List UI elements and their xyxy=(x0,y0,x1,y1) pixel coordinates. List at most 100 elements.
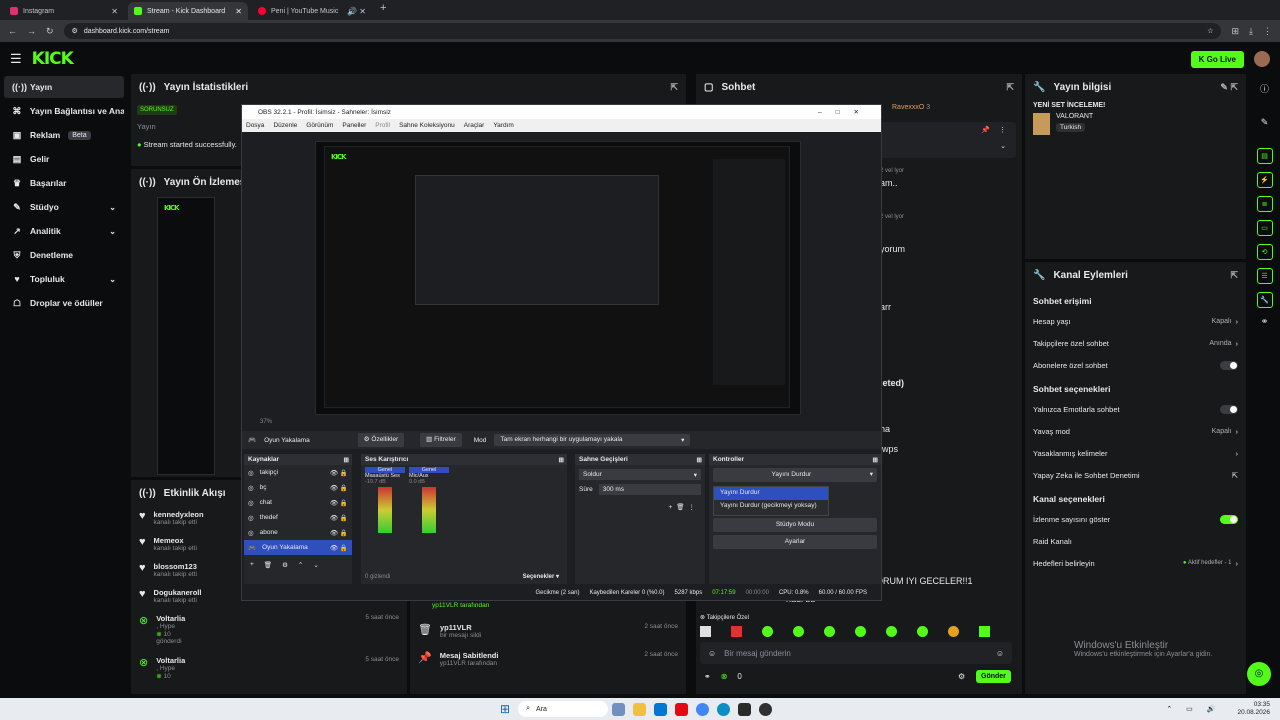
new-tab-button[interactable]: + xyxy=(380,2,386,20)
sidebar-item-denetleme[interactable]: ⛨ Denetleme xyxy=(4,244,124,266)
link-icon[interactable]: ⚭ xyxy=(1249,316,1280,327)
show-viewers-toggle[interactable] xyxy=(1220,514,1238,524)
avatar[interactable] xyxy=(1254,51,1270,67)
sidebar-item-studyo[interactable]: ✎ Stüdyo ⌄ xyxy=(4,196,124,218)
up-icon[interactable]: ⌃ xyxy=(298,561,303,569)
obs-preview[interactable]: KICK xyxy=(315,141,801,415)
source-row-selected[interactable]: 🎮 Oyun Yakalama 👁 🔒 xyxy=(244,540,352,555)
properties-button[interactable]: ⚙ Özellikler xyxy=(357,433,405,447)
sidebar-item-gelir[interactable]: ▤ Gelir xyxy=(4,148,124,170)
emote-only-toggle[interactable] xyxy=(1220,404,1238,414)
bookmark-icon[interactable]: ☆ xyxy=(1207,27,1213,35)
pencil-icon[interactable]: ✎ xyxy=(1249,117,1280,128)
emote-icon[interactable] xyxy=(793,626,804,637)
settings-button[interactable]: Ayarlar xyxy=(713,535,877,549)
feed-user[interactable]: blossom123 xyxy=(154,562,197,571)
widget-icon[interactable] xyxy=(612,702,626,716)
more-icon[interactable]: ⋮ xyxy=(999,126,1006,134)
setting-goals[interactable]: Hedefleri belirleyin ● Aktif hedefler - 1… xyxy=(1025,552,1246,574)
tab-youtube-music[interactable]: Peni | YouTube Music 🔊 ✕ xyxy=(252,2,372,20)
dropdown-stop-ignore-delay[interactable]: Yayını Durdur (gecikmeyi yoksay) xyxy=(714,500,828,511)
emote-icon[interactable] xyxy=(948,626,959,637)
feed-user[interactable]: Voltarlia xyxy=(156,656,185,665)
edit-icon[interactable]: ✎ ⇱ xyxy=(1220,82,1238,93)
category-thumbnail[interactable] xyxy=(1033,113,1050,135)
store-icon[interactable] xyxy=(654,702,668,716)
menu-icon[interactable]: ⋮ xyxy=(1263,26,1272,37)
menu-duzenle[interactable]: Düzenle xyxy=(273,122,297,129)
feed-user[interactable]: Memeox xyxy=(154,536,197,545)
filters-button[interactable]: ▥ Filtreler xyxy=(420,433,462,447)
chrome-icon[interactable] xyxy=(696,702,710,716)
tab-kick-dashboard[interactable]: Stream - Kick Dashboard ✕ xyxy=(128,2,248,20)
emote-icon[interactable] xyxy=(855,626,866,637)
emote-icon[interactable] xyxy=(886,626,897,637)
setting-slow-mode[interactable]: Yavaş mod Kapalı › xyxy=(1025,420,1246,442)
setting-followers-only[interactable]: Takipçilere özel sohbet Anında › xyxy=(1025,332,1246,354)
close-icon[interactable]: 🔊 ✕ xyxy=(347,7,366,16)
volume-meter[interactable] xyxy=(422,487,436,533)
emote-icon[interactable] xyxy=(731,626,742,637)
close-icon[interactable]: ✕ xyxy=(235,7,242,16)
menu-yardim[interactable]: Yardım xyxy=(493,122,513,129)
dock-popout-icon[interactable]: ⊞ xyxy=(344,456,349,464)
emote-icon[interactable] xyxy=(762,626,773,637)
terminal-icon[interactable] xyxy=(738,702,752,716)
reload-icon[interactable]: ↻ xyxy=(46,26,54,37)
dropdown-stop[interactable]: Yayını Durdur xyxy=(714,487,828,500)
sidebar-item-stream-key[interactable]: ⌘ Yayın Bağlantısı ve Anahtarı xyxy=(4,100,124,122)
gear-icon[interactable]: ⚙ xyxy=(282,561,288,569)
zoom-level[interactable]: 37% xyxy=(260,419,272,425)
gear-icon[interactable]: ⚙ xyxy=(958,672,965,681)
sidebar-item-analitik[interactable]: ↗ Analitik ⌄ xyxy=(4,220,124,242)
feed-user[interactable]: yp11VLR xyxy=(440,623,481,632)
setting-banned-words[interactable]: Yasaklanmış kelimeler › xyxy=(1025,442,1246,464)
kick-logo[interactable]: KICK xyxy=(32,49,74,69)
chat-input[interactable]: ☺ Bir mesaj gönderin ☺ xyxy=(700,642,1012,664)
sidebar-item-topluluk[interactable]: ♥ Topluluk ⌄ xyxy=(4,268,124,290)
downloads-icon[interactable]: ⤓ xyxy=(1249,26,1253,37)
stream-preview[interactable]: KICK xyxy=(157,197,215,475)
add-icon[interactable]: + xyxy=(250,561,254,569)
emote-picker-icon[interactable]: ☺ xyxy=(708,649,716,658)
send-button[interactable]: Gönder xyxy=(976,670,1011,683)
link-icon[interactable]: ⚭ xyxy=(704,672,711,681)
source-row[interactable]: ◎ abone 👁 🔒 xyxy=(244,525,352,540)
trash-icon[interactable]: 🗑 xyxy=(264,561,272,569)
sidebar-item-droplar[interactable]: ☖ Droplar ve ödüller xyxy=(4,292,124,314)
feed-user[interactable]: Dogukaneroll xyxy=(154,588,202,597)
feed-user[interactable]: Voltarlia xyxy=(156,614,185,623)
netflix-icon[interactable] xyxy=(675,702,689,716)
go-live-button[interactable]: K Go Live xyxy=(1190,50,1244,68)
category-name[interactable]: VALORANT xyxy=(1056,113,1093,120)
tab-instagram[interactable]: Instagram ✕ xyxy=(4,2,124,20)
chat-user[interactable]: RavexxxO 3 xyxy=(892,104,930,111)
dock-popout-icon[interactable]: ⊞ xyxy=(873,456,878,464)
window-controls[interactable]: ‒□✕ xyxy=(818,108,873,116)
source-row[interactable]: ◎ bç 👁 🔒 xyxy=(244,480,352,495)
video-icon[interactable]: ▤ xyxy=(1256,148,1273,164)
file-explorer-icon[interactable] xyxy=(633,702,647,716)
feed-user[interactable]: kennedyxleon xyxy=(154,510,204,519)
popout-icon[interactable]: ⇱ xyxy=(1006,82,1014,93)
mode-select[interactable]: Tam ekran herhangi bir uygulamayı yakala… xyxy=(494,434,691,446)
list-icon[interactable]: ≣ xyxy=(1256,196,1273,212)
taskbar-search[interactable]: ⌕ Ara xyxy=(518,701,609,717)
forward-icon[interactable]: → xyxy=(27,26,36,36)
bolt-icon[interactable]: ⚡ xyxy=(1256,172,1273,188)
menu-gorunum[interactable]: Görünüm xyxy=(306,122,333,129)
emote-icon[interactable] xyxy=(917,626,928,637)
menu-sahne-koleksiyonu[interactable]: Sahne Koleksiyonu xyxy=(399,122,455,129)
hamburger-icon[interactable]: ☰ xyxy=(10,51,22,67)
broadcast-icon[interactable]: ⟲ xyxy=(1256,244,1273,260)
popout-icon[interactable]: ⇱ xyxy=(670,82,678,93)
dock-popout-icon[interactable]: ⊞ xyxy=(697,456,702,464)
sidebar-item-basarilar[interactable]: ♛ Başarılar xyxy=(4,172,124,194)
tray-icons[interactable]: ⌃ ▭ 🔊 xyxy=(1166,705,1221,713)
chat-icon[interactable]: ▭ xyxy=(1256,220,1273,236)
close-icon[interactable]: ✕ xyxy=(111,7,118,16)
windows-start-icon[interactable]: ⊞ xyxy=(500,702,510,716)
pin-icon[interactable]: 📌 xyxy=(981,126,990,134)
popout-icon[interactable]: ⇱ xyxy=(1230,270,1238,281)
emote-icon[interactable] xyxy=(979,626,990,637)
